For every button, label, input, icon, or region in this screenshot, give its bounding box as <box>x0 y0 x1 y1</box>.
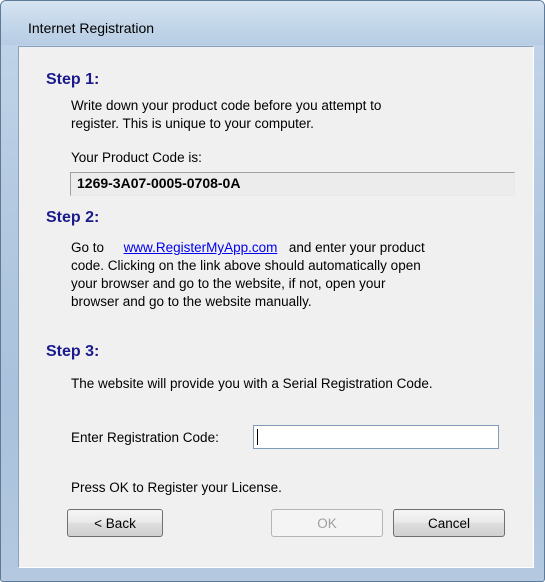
back-button[interactable]: < Back <box>67 509 163 537</box>
step2-enter-text: and enter your product <box>288 240 425 255</box>
step1-heading: Step 1: <box>46 71 100 88</box>
registration-dialog: Internet Registration Step 1: Write down… <box>0 0 545 582</box>
step2-line3: your browser and go to the website, if n… <box>71 276 386 291</box>
step3-heading: Step 3: <box>46 343 100 360</box>
registration-code-input[interactable] <box>253 425 499 449</box>
step1-line2: register. This is unique to your compute… <box>71 116 314 131</box>
ok-hint: Press OK to Register your License. <box>71 480 282 495</box>
register-website-link[interactable]: www.RegisterMyApp.com <box>124 240 278 255</box>
title-bar[interactable]: Internet Registration <box>1 1 544 45</box>
step1-line1: Write down your product code before you … <box>71 98 382 113</box>
product-code-label: Your Product Code is: <box>71 150 202 165</box>
window-title: Internet Registration <box>28 20 155 36</box>
ok-button[interactable]: OK <box>271 509 383 537</box>
product-code-field: 1269-3A07-0005-0708-0A <box>70 172 515 196</box>
step2-line1: Go to www.RegisterMyApp.com and enter yo… <box>71 239 425 257</box>
step2-line2: code. Clicking on the link above should … <box>71 258 421 273</box>
registration-code-label: Enter Registration Code: <box>71 430 219 445</box>
cancel-button[interactable]: Cancel <box>393 509 505 537</box>
step2-go-to: Go to <box>71 240 105 255</box>
text-caret <box>257 429 258 445</box>
step3-line1: The website will provide you with a Seri… <box>71 376 433 391</box>
step2-heading: Step 2: <box>46 209 100 226</box>
step2-line4: browser and go to the website manually. <box>71 294 312 309</box>
product-code-value: 1269-3A07-0005-0708-0A <box>77 175 241 191</box>
